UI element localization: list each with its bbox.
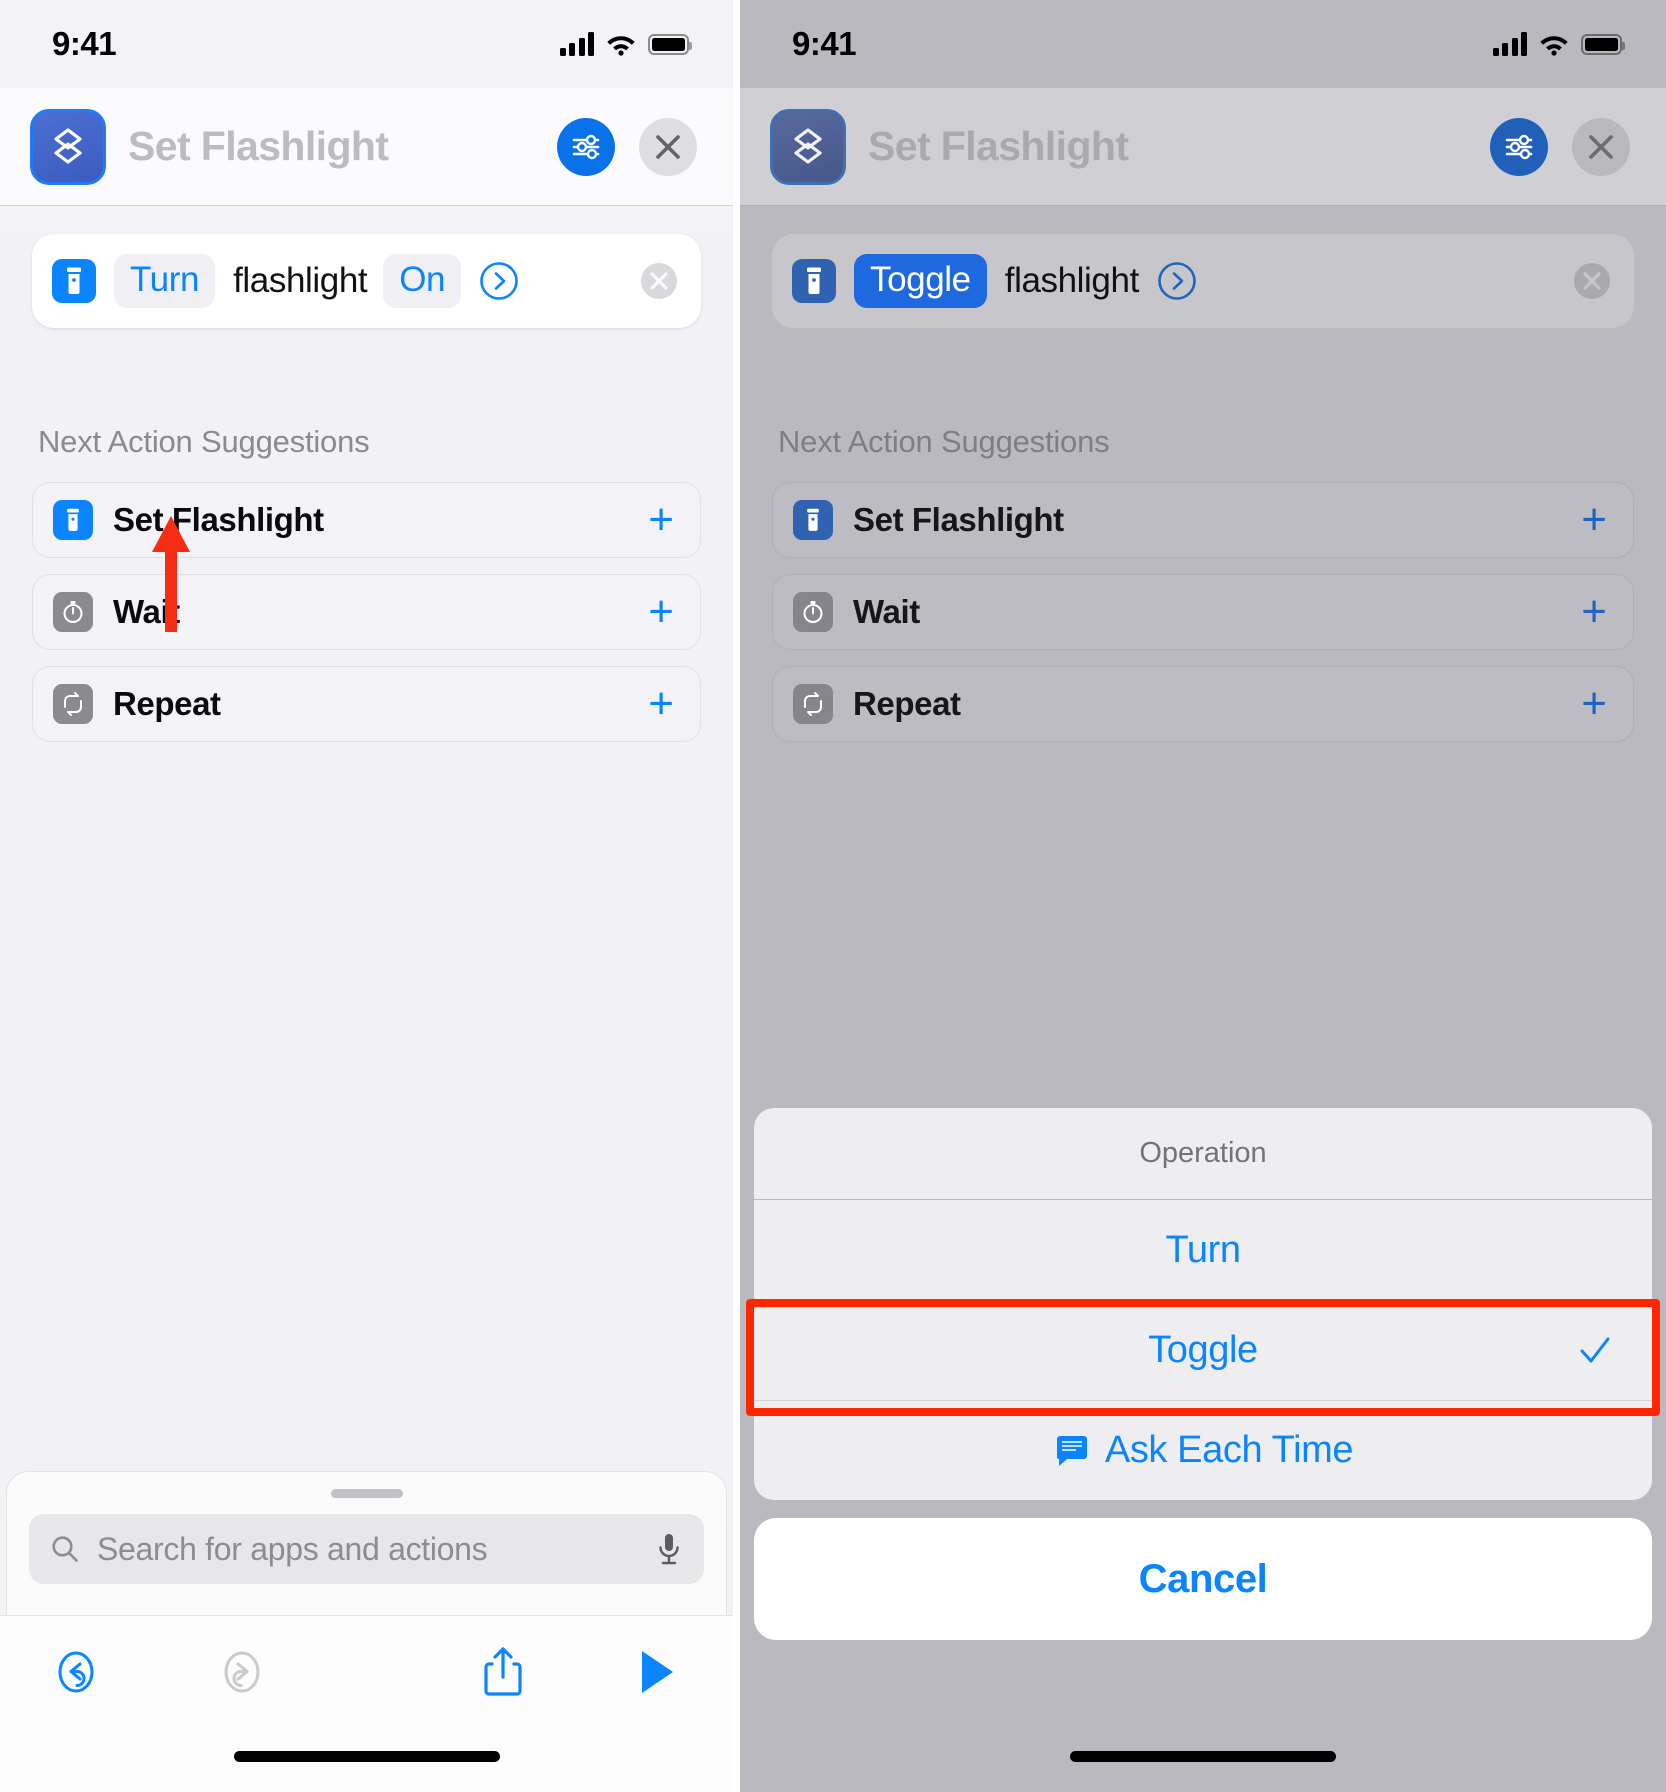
- status-bar-icons: [559, 32, 692, 56]
- search-sheet: Search for apps and actions: [6, 1471, 727, 1615]
- ask-each-time-icon: [1056, 1435, 1087, 1466]
- red-arrow-up-annotation: [152, 516, 190, 632]
- undo-icon[interactable]: [48, 1644, 104, 1700]
- battery-full-icon: [1581, 33, 1625, 55]
- plus-icon[interactable]: +: [1581, 498, 1607, 542]
- status-bar-time: 9:41: [52, 25, 117, 62]
- wifi-icon: [607, 35, 635, 56]
- operation-pill[interactable]: Turn: [114, 254, 216, 308]
- page-title: Set Flashlight: [128, 123, 389, 169]
- app-header: Set Flashlight: [740, 88, 1666, 206]
- search-icon: [52, 1536, 78, 1562]
- option-label: Ask Each Time: [1104, 1429, 1354, 1471]
- action-sheet-group: Operation Turn Toggle Ask Each Time: [754, 1108, 1652, 1500]
- microphone-icon[interactable]: [654, 1531, 684, 1567]
- operation-action-sheet: Operation Turn Toggle Ask Each Time Canc…: [746, 1108, 1660, 1640]
- sheet-grabber-handle[interactable]: [330, 1489, 403, 1498]
- list-item-label: Wait: [853, 593, 920, 630]
- list-item-label: Set Flashlight: [853, 501, 1064, 538]
- action-object-label: flashlight: [1004, 261, 1140, 300]
- bottom-toolbar: [0, 1615, 733, 1792]
- repeat-icon: [53, 684, 93, 724]
- stopwatch-icon: [53, 592, 93, 632]
- search-input[interactable]: Search for apps and actions: [29, 1514, 704, 1584]
- close-icon[interactable]: [639, 117, 697, 176]
- list-item[interactable]: Wait +: [772, 574, 1634, 650]
- cellular-signal-icon: [1492, 32, 1527, 56]
- page-title: Set Flashlight: [868, 123, 1129, 169]
- suggestions-section-title: Next Action Suggestions: [38, 424, 370, 459]
- close-icon[interactable]: [1572, 117, 1630, 176]
- flashlight-icon: [792, 259, 836, 303]
- cellular-signal-icon: [559, 32, 594, 56]
- list-item-label: Set Flashlight: [113, 501, 324, 538]
- action-card-set-flashlight[interactable]: Toggle flashlight: [772, 234, 1634, 328]
- plus-icon[interactable]: +: [1581, 682, 1607, 726]
- list-item[interactable]: Repeat +: [772, 666, 1634, 742]
- action-sheet-option-ask-each-time[interactable]: Ask Each Time: [754, 1400, 1652, 1500]
- suggestions-list: Set Flashlight + Wait + Repeat +: [32, 482, 701, 742]
- suggestions-list: Set Flashlight + Wait + Repeat +: [772, 482, 1634, 742]
- state-pill[interactable]: On: [383, 254, 462, 308]
- sliders-icon[interactable]: [1490, 117, 1548, 176]
- left-phone-panel: 9:41 Set Flashlight Turn flashlight On N…: [0, 0, 733, 1792]
- action-object-label: flashlight: [233, 261, 368, 300]
- redo-icon[interactable]: [214, 1644, 270, 1700]
- list-item[interactable]: Set Flashlight +: [772, 482, 1634, 558]
- action-sheet-title: Operation: [754, 1108, 1652, 1200]
- share-icon[interactable]: [475, 1644, 531, 1700]
- search-placeholder: Search for apps and actions: [97, 1530, 488, 1567]
- toolbar-row: [0, 1616, 733, 1700]
- plus-icon[interactable]: +: [648, 682, 674, 726]
- suggestions-section-title: Next Action Suggestions: [778, 424, 1110, 459]
- operation-pill[interactable]: Toggle: [854, 254, 987, 308]
- checkmark-icon: [1580, 1337, 1610, 1362]
- plus-icon[interactable]: +: [648, 590, 674, 634]
- panel-divider: [733, 0, 740, 1792]
- option-label: Toggle: [1148, 1329, 1258, 1371]
- play-icon[interactable]: [629, 1644, 685, 1700]
- action-card-set-flashlight[interactable]: Turn flashlight On: [32, 234, 701, 328]
- option-label: Turn: [1165, 1228, 1241, 1271]
- action-sheet-option-toggle[interactable]: Toggle: [754, 1300, 1652, 1400]
- list-item-label: Repeat: [853, 685, 961, 722]
- list-item[interactable]: Repeat +: [32, 666, 701, 742]
- home-indicator: [233, 1751, 500, 1762]
- status-bar-icons: [1492, 32, 1625, 56]
- plus-icon[interactable]: +: [1581, 590, 1607, 634]
- status-bar-time: 9:41: [792, 25, 857, 62]
- home-indicator: [1070, 1751, 1336, 1762]
- flashlight-icon: [793, 500, 833, 540]
- list-item[interactable]: Set Flashlight +: [32, 482, 701, 558]
- list-item-label: Repeat: [113, 685, 221, 722]
- plus-icon[interactable]: +: [648, 498, 674, 542]
- chevron-right-circle-icon[interactable]: [479, 261, 519, 301]
- chevron-right-circle-icon[interactable]: [1157, 261, 1197, 301]
- screenshot-stage: 9:41 Set Flashlight Turn flashlight On N…: [0, 0, 1666, 1792]
- shortcuts-app-icon[interactable]: [30, 108, 106, 185]
- remove-circle-icon[interactable]: [639, 261, 679, 301]
- remove-circle-icon[interactable]: [1572, 261, 1612, 301]
- flashlight-icon: [52, 259, 96, 303]
- status-bar: 9:41: [740, 0, 1666, 88]
- sliders-icon[interactable]: [557, 117, 615, 176]
- wifi-icon: [1540, 35, 1568, 56]
- repeat-icon: [793, 684, 833, 724]
- cancel-button[interactable]: Cancel: [754, 1518, 1652, 1640]
- stopwatch-icon: [793, 592, 833, 632]
- app-header: Set Flashlight: [0, 88, 733, 206]
- list-item[interactable]: Wait +: [32, 574, 701, 650]
- battery-full-icon: [648, 33, 692, 55]
- shortcuts-app-icon[interactable]: [770, 108, 846, 185]
- flashlight-icon: [53, 500, 93, 540]
- status-bar: 9:41: [0, 0, 733, 88]
- action-sheet-option-turn[interactable]: Turn: [754, 1200, 1652, 1300]
- right-phone-panel: 9:41 Set Flashlight Toggle flashlight Ne…: [740, 0, 1666, 1792]
